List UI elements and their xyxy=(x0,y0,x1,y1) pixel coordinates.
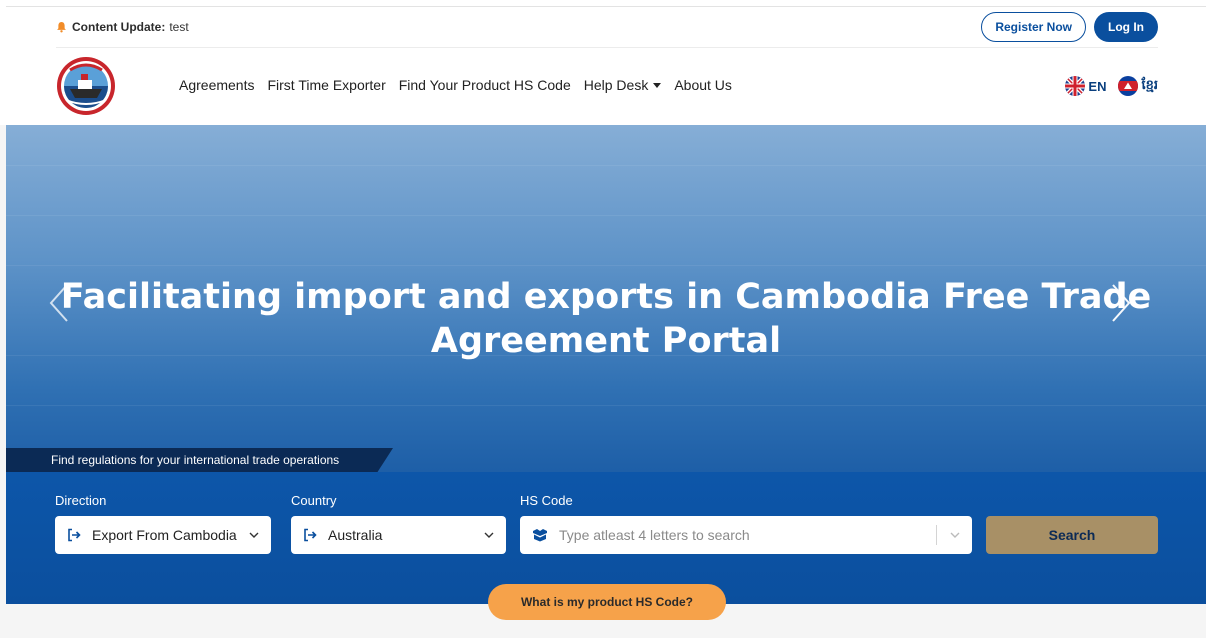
hs-code-placeholder: Type atleast 4 letters to search xyxy=(559,527,750,543)
sign-in-icon xyxy=(304,528,317,542)
page: Content Update: test Register Now Log In… xyxy=(0,0,1206,638)
lang-km[interactable]: ខ្មែរ xyxy=(1118,76,1158,96)
chevron-down-icon xyxy=(249,532,259,538)
logo-emblem[interactable] xyxy=(56,56,116,116)
lang-en[interactable]: EN xyxy=(1065,76,1106,96)
header-top-line xyxy=(6,6,1206,7)
caret-down-icon xyxy=(653,82,662,88)
hero-title-line1: Facilitating import and exports in Cambo… xyxy=(60,277,1152,317)
lang-en-label: EN xyxy=(1088,78,1107,94)
nav-help-desk[interactable]: Help Desk xyxy=(584,77,662,93)
hero-title-line2: Agreement Portal xyxy=(430,321,782,361)
direction-label: Direction xyxy=(55,493,107,508)
bell-icon xyxy=(57,21,66,33)
nav-find-hs-code[interactable]: Find Your Product HS Code xyxy=(399,77,571,93)
main-nav: Agreements First Time Exporter Find Your… xyxy=(179,77,732,93)
nav-about-us[interactable]: About Us xyxy=(674,77,732,93)
hero-stripe xyxy=(6,405,1206,406)
auth-buttons: Register Now Log In xyxy=(981,12,1158,42)
hs-code-input[interactable]: Type atleast 4 letters to search xyxy=(520,516,972,554)
notice-text: test xyxy=(169,20,189,34)
country-label: Country xyxy=(291,493,337,508)
language-switcher: EN ខ្មែរ xyxy=(1065,76,1158,96)
field-separator xyxy=(936,525,937,545)
hero-stripe xyxy=(6,265,1206,266)
hero-stripe xyxy=(6,165,1206,166)
content-update-notice: Content Update: test xyxy=(56,18,189,36)
hero-stripe xyxy=(6,215,1206,216)
header-divider xyxy=(56,47,1158,48)
hero-banner: Facilitating import and exports in Cambo… xyxy=(6,125,1206,480)
lang-km-label: ខ្មែរ xyxy=(1141,76,1158,92)
cambodia-flag-icon xyxy=(1118,76,1139,96)
hero-title: Facilitating import and exports in Cambo… xyxy=(6,275,1206,363)
sign-in-icon xyxy=(68,528,81,542)
register-button[interactable]: Register Now xyxy=(981,12,1086,42)
nav-first-time-exporter[interactable]: First Time Exporter xyxy=(267,77,385,93)
nav-agreements[interactable]: Agreements xyxy=(179,77,254,93)
direction-select[interactable]: Export From Cambodia xyxy=(55,516,271,554)
what-is-my-hs-code-button[interactable]: What is my product HS Code? xyxy=(488,584,726,620)
hs-code-label: HS Code xyxy=(520,493,573,508)
header: Content Update: test Register Now Log In… xyxy=(0,0,1206,125)
country-value: Australia xyxy=(328,527,383,543)
chevron-down-icon xyxy=(484,532,494,538)
login-button[interactable]: Log In xyxy=(1094,12,1158,42)
notice-label: Content Update: xyxy=(72,20,166,34)
uk-flag-icon xyxy=(1065,76,1086,96)
boxes-icon xyxy=(533,529,547,542)
country-select[interactable]: Australia xyxy=(291,516,506,554)
search-tagline: Find regulations for your international … xyxy=(6,448,393,472)
search-button[interactable]: Search xyxy=(986,516,1158,554)
nav-help-desk-label: Help Desk xyxy=(583,77,649,93)
chevron-down-icon[interactable] xyxy=(950,530,960,540)
direction-value: Export From Cambodia xyxy=(92,527,237,543)
